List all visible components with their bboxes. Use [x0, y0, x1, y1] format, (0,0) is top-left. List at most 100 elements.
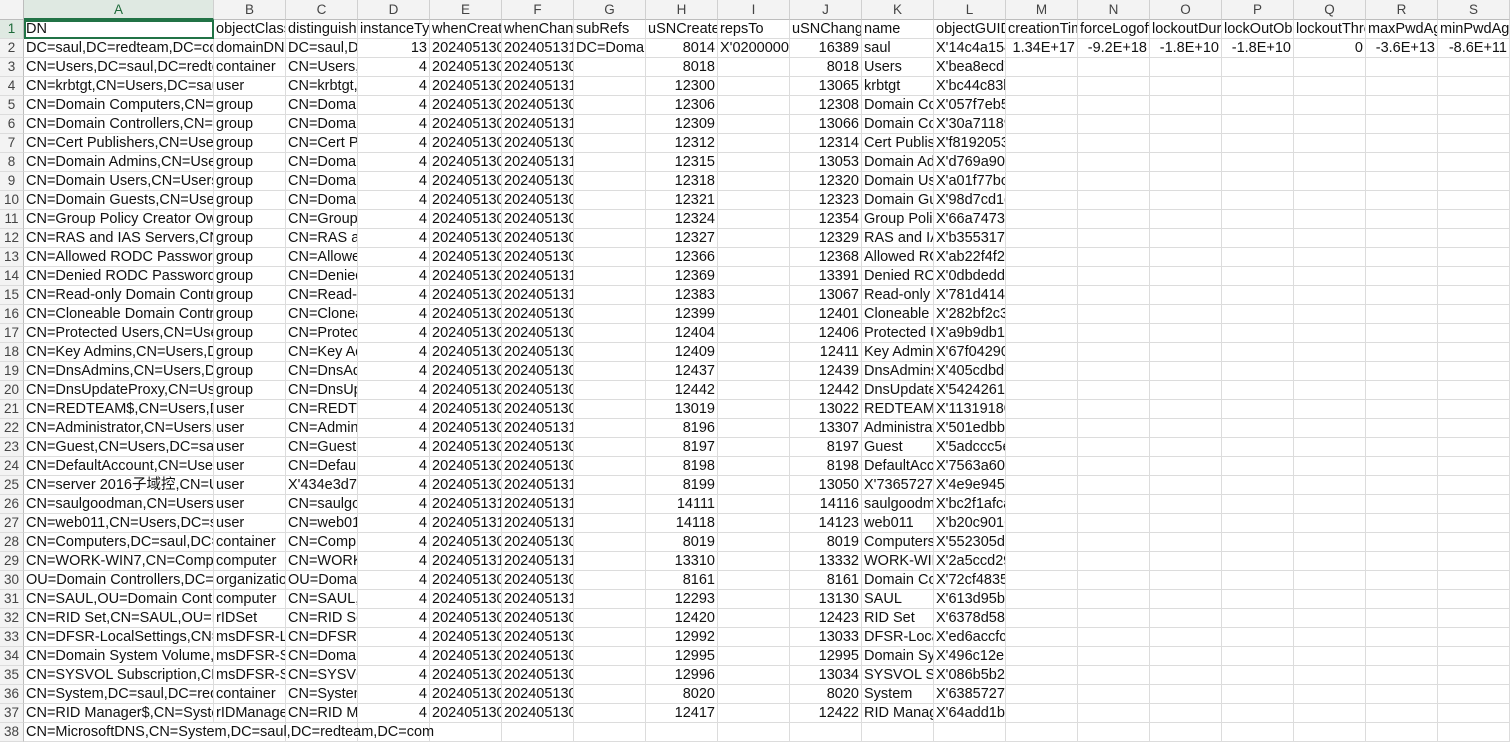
cell-j31[interactable]: 13130: [790, 590, 862, 609]
cell-b13[interactable]: group: [214, 248, 286, 267]
cell-m14[interactable]: [1006, 267, 1078, 286]
cell-o32[interactable]: [1150, 609, 1222, 628]
cell-a18[interactable]: CN=Key Admins,CN=Users,DC=saul,DC=redtea…: [24, 343, 214, 362]
cell-m27[interactable]: [1006, 514, 1078, 533]
cell-a36[interactable]: CN=System,DC=saul,DC=redteam,DC=com: [24, 685, 214, 704]
cell-c22[interactable]: CN=Administrator,CN=Users,DC=saul,DC=red…: [286, 419, 358, 438]
cell-i1[interactable]: repsTo: [718, 20, 790, 39]
cell-c14[interactable]: CN=Denied RODC Password Replication Grou…: [286, 267, 358, 286]
cell-f22[interactable]: 20240513101123.0Z: [502, 419, 574, 438]
cell-s15[interactable]: [1438, 286, 1510, 305]
cell-n15[interactable]: [1078, 286, 1150, 305]
cell-r6[interactable]: [1366, 115, 1438, 134]
cell-b11[interactable]: group: [214, 210, 286, 229]
cell-d2[interactable]: 13: [358, 39, 430, 58]
cell-j13[interactable]: 12368: [790, 248, 862, 267]
cell-b21[interactable]: user: [214, 400, 286, 419]
cell-o36[interactable]: [1150, 685, 1222, 704]
cell-j27[interactable]: 14123: [790, 514, 862, 533]
cell-f9[interactable]: 20240513094811.0Z: [502, 172, 574, 191]
cell-b31[interactable]: computer: [214, 590, 286, 609]
cell-d17[interactable]: 4: [358, 324, 430, 343]
cell-l24[interactable]: X'7563a607d9982d448b850b488ccdc797': [934, 457, 1006, 476]
cell-e18[interactable]: 20240513094811.0Z: [430, 343, 502, 362]
cell-r28[interactable]: [1366, 533, 1438, 552]
row-header[interactable]: 22: [0, 419, 24, 438]
cell-f19[interactable]: 20240513094853.0Z: [502, 362, 574, 381]
cell-d18[interactable]: 4: [358, 343, 430, 362]
cell-m20[interactable]: [1006, 381, 1078, 400]
cell-i30[interactable]: [718, 571, 790, 590]
cell-i3[interactable]: [718, 58, 790, 77]
cell-i32[interactable]: [718, 609, 790, 628]
cell-d1[interactable]: instanceType: [358, 20, 430, 39]
cell-l3[interactable]: X'bea8ecd70428cb4eac4a56d166fe1917': [934, 58, 1006, 77]
cell-m18[interactable]: [1006, 343, 1078, 362]
cell-a6[interactable]: CN=Domain Controllers,CN=Users,DC=saul,D…: [24, 115, 214, 134]
cell-q21[interactable]: [1294, 400, 1366, 419]
row-header[interactable]: 6: [0, 115, 24, 134]
cell-k14[interactable]: Denied RODC Password Replication Group: [862, 267, 934, 286]
cell-b7[interactable]: group: [214, 134, 286, 153]
cell-k15[interactable]: Read-only Domain Controllers: [862, 286, 934, 305]
cell-q23[interactable]: [1294, 438, 1366, 457]
cell-i25[interactable]: [718, 476, 790, 495]
cell-r25[interactable]: [1366, 476, 1438, 495]
cell-n13[interactable]: [1078, 248, 1150, 267]
cell-j37[interactable]: 12422: [790, 704, 862, 723]
cell-s23[interactable]: [1438, 438, 1510, 457]
row-header[interactable]: 33: [0, 628, 24, 647]
cell-e33[interactable]: 20240513095850.0Z: [430, 628, 502, 647]
cell-m34[interactable]: [1006, 647, 1078, 666]
cell-h26[interactable]: 14111: [646, 495, 718, 514]
cell-o27[interactable]: [1150, 514, 1222, 533]
cell-k21[interactable]: REDTEAM$: [862, 400, 934, 419]
cell-q26[interactable]: [1294, 495, 1366, 514]
cell-j17[interactable]: 12406: [790, 324, 862, 343]
column-header-n[interactable]: N: [1078, 0, 1150, 20]
cell-i22[interactable]: [718, 419, 790, 438]
cell-g27[interactable]: [574, 514, 646, 533]
cell-h19[interactable]: 12437: [646, 362, 718, 381]
cell-e38[interactable]: [430, 723, 502, 742]
cell-g17[interactable]: [574, 324, 646, 343]
cell-s38[interactable]: [1438, 723, 1510, 742]
cell-a33[interactable]: CN=DFSR-LocalSettings,CN=SAUL,OU=Domain …: [24, 628, 214, 647]
cell-e24[interactable]: 20240513094708.0Z: [430, 457, 502, 476]
cell-r21[interactable]: [1366, 400, 1438, 419]
cell-b12[interactable]: group: [214, 229, 286, 248]
cell-l26[interactable]: X'bc2f1afcade74040addb025f5e7b6e06': [934, 495, 1006, 514]
cell-c2[interactable]: DC=saul,DC=redteam,DC=com: [286, 39, 358, 58]
cell-a27[interactable]: CN=web011,CN=Users,DC=saul,DC=redteam,DC…: [24, 514, 214, 533]
cell-s30[interactable]: [1438, 571, 1510, 590]
cell-c8[interactable]: CN=Domain Admins,CN=Users,DC=saul,DC=red…: [286, 153, 358, 172]
cell-p23[interactable]: [1222, 438, 1294, 457]
cell-n37[interactable]: [1078, 704, 1150, 723]
cell-a14[interactable]: CN=Denied RODC Password Replication Grou…: [24, 267, 214, 286]
cell-p38[interactable]: [1222, 723, 1294, 742]
cell-r16[interactable]: [1366, 305, 1438, 324]
cell-i13[interactable]: [718, 248, 790, 267]
cell-d12[interactable]: 4: [358, 229, 430, 248]
cell-q2[interactable]: 0: [1294, 39, 1366, 58]
row-header[interactable]: 37: [0, 704, 24, 723]
cell-j5[interactable]: 12308: [790, 96, 862, 115]
cell-l1[interactable]: objectGUID: [934, 20, 1006, 39]
cell-c24[interactable]: CN=DefaultAccount,CN=Users,DC=saul,DC=re…: [286, 457, 358, 476]
cell-c34[interactable]: CN=Domain System Volume,CN=DFSR-LocalSet…: [286, 647, 358, 666]
cell-g15[interactable]: [574, 286, 646, 305]
cell-p1[interactable]: lockOutObservationWindow: [1222, 20, 1294, 39]
row-header[interactable]: 13: [0, 248, 24, 267]
cell-h16[interactable]: 12399: [646, 305, 718, 324]
cell-q5[interactable]: [1294, 96, 1366, 115]
cell-p36[interactable]: [1222, 685, 1294, 704]
cell-q16[interactable]: [1294, 305, 1366, 324]
cell-q7[interactable]: [1294, 134, 1366, 153]
row-header[interactable]: 8: [0, 153, 24, 172]
cell-i26[interactable]: [718, 495, 790, 514]
cell-g12[interactable]: [574, 229, 646, 248]
row-header[interactable]: 27: [0, 514, 24, 533]
cell-e13[interactable]: 20240513094811.0Z: [430, 248, 502, 267]
cell-g10[interactable]: [574, 191, 646, 210]
column-header-h[interactable]: H: [646, 0, 718, 20]
